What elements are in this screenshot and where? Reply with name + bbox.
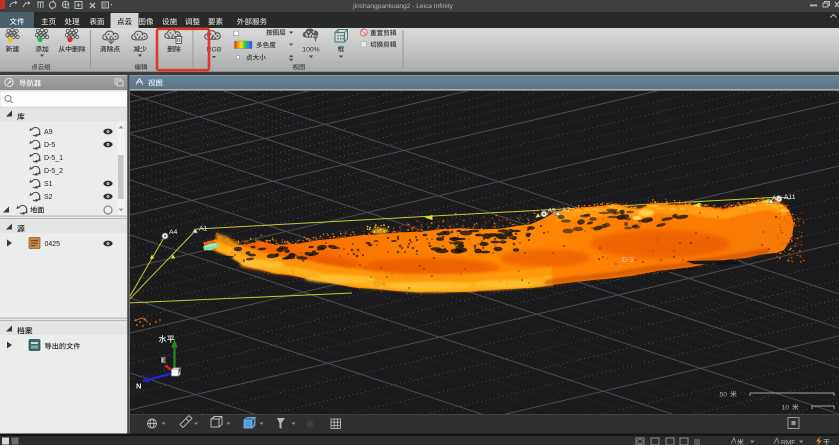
svg-text:A11: A11 — [784, 194, 796, 201]
svg-text:S2: S2 — [44, 194, 53, 201]
svg-text:E: E — [161, 356, 166, 365]
svg-text:N: N — [136, 382, 141, 391]
svg-text:A4: A4 — [169, 229, 178, 236]
svg-text:RMF: RMF — [781, 440, 795, 445]
svg-text:10: 10 — [781, 405, 789, 412]
svg-text:jinchangpankuang2 - Leica Infi: jinchangpankuang2 - Leica Infinity — [352, 3, 453, 10]
svg-text:50: 50 — [719, 392, 727, 399]
svg-text:0425: 0425 — [45, 241, 61, 248]
svg-text:A5: A5 — [548, 208, 557, 215]
svg-text:A9: A9 — [44, 129, 53, 136]
svg-text:D-3: D-3 — [622, 257, 633, 264]
svg-text:D-5_1: D-5_1 — [44, 155, 63, 162]
svg-text:A1: A1 — [199, 226, 208, 233]
svg-text:D-5: D-5 — [44, 142, 55, 149]
svg-text:100%: 100% — [302, 47, 319, 54]
svg-text:A7: A7 — [562, 207, 571, 214]
svg-text:S1: S1 — [44, 181, 53, 188]
svg-text:A9: A9 — [772, 195, 781, 202]
svg-text:D-4: D-4 — [374, 281, 385, 288]
svg-text:D-5_2: D-5_2 — [44, 168, 63, 175]
